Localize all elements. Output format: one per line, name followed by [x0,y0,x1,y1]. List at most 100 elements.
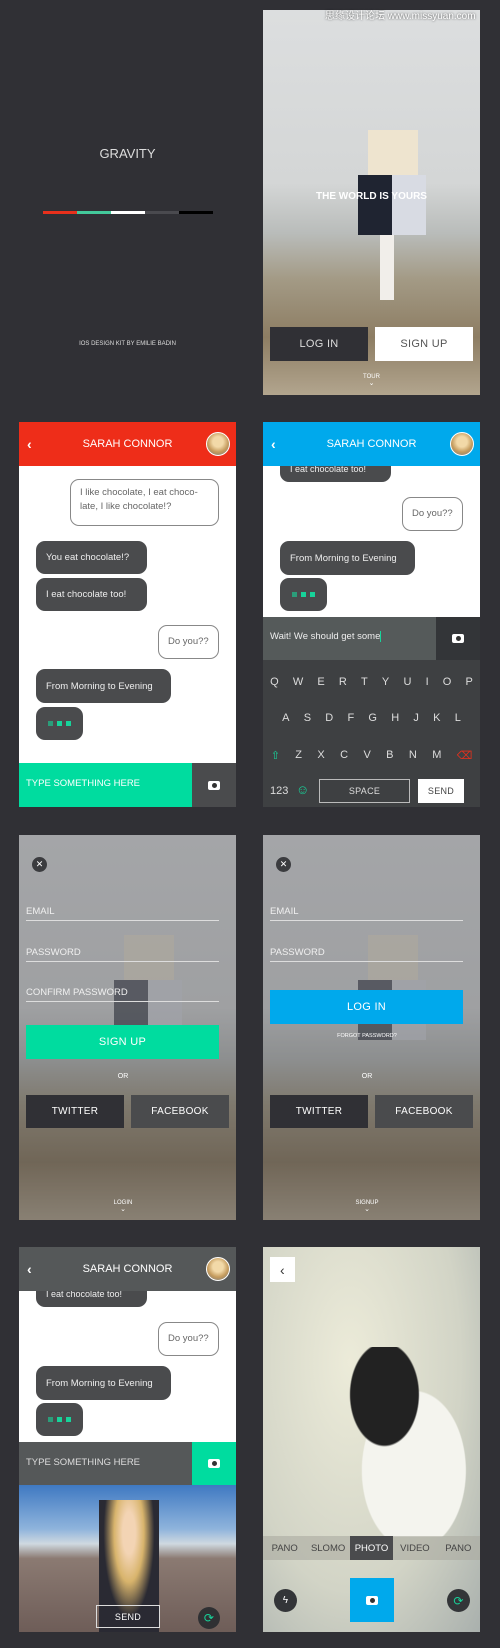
confirm-password-field[interactable]: CONFIRM PASSWORD [26,987,219,1002]
camera-button[interactable] [192,763,236,807]
twitter-button[interactable]: TWITTER [26,1095,124,1128]
flash-button[interactable]: ϟ [274,1589,297,1612]
facebook-button[interactable]: FACEBOOK [131,1095,229,1128]
email-field[interactable]: EMAIL [26,906,219,921]
contact-name: SARAH CONNOR [82,438,173,450]
chevron-down-icon[interactable]: ⌄ [263,379,480,387]
key[interactable]: E [317,676,324,688]
message-input[interactable]: TYPE SOMETHING HERE [19,1442,192,1485]
key[interactable]: A [282,712,289,724]
password-field[interactable]: PASSWORD [270,947,463,962]
key[interactable]: U [403,676,411,688]
forgot-password-link[interactable]: FORGOT PASSWORD? [263,1033,471,1039]
back-icon: ‹ [280,1261,285,1278]
credits: IOS DESIGN KIT BY EMILIE BADIN [79,341,176,347]
key[interactable]: N [409,749,417,762]
avatar[interactable] [206,1257,230,1281]
shift-icon[interactable]: ⇧ [271,749,280,762]
message-sent: Do you?? [158,1322,219,1356]
send-key[interactable]: SEND [418,779,464,803]
key[interactable]: C [340,749,348,762]
login-submit-button[interactable]: LOG IN [270,990,463,1024]
email-field[interactable]: EMAIL [270,906,463,921]
signup-button[interactable]: SIGN UP [375,327,473,361]
key[interactable]: O [443,676,452,688]
flash-icon: ϟ [282,1595,289,1606]
key[interactable]: X [317,749,324,762]
twitter-button[interactable]: TWITTER [270,1095,368,1128]
key[interactable]: F [347,712,354,724]
watermark: 思缘设计论坛 www.missyuan.com [325,11,476,22]
camera-button[interactable] [436,617,480,660]
close-button[interactable]: ✕ [32,857,47,872]
contact-name: SARAH CONNOR [326,438,417,450]
key[interactable]: Y [382,676,389,688]
mode-photo[interactable]: PHOTO [349,1536,394,1560]
key[interactable]: Q [270,676,279,688]
mode-pano[interactable]: PANO [263,1536,306,1560]
facebook-button[interactable]: FACEBOOK [375,1095,473,1128]
key[interactable]: R [339,676,347,688]
key[interactable]: B [386,749,393,762]
chevron-down-icon[interactable]: ⌄ [263,1205,471,1213]
welcome-screen: THE WORLD IS YOURS LOG IN SIGN UP TOUR ⌄ [263,10,480,395]
key[interactable]: G [368,712,377,724]
key[interactable]: I [426,676,429,688]
palette-red [43,211,77,214]
key[interactable]: P [466,676,473,688]
back-icon[interactable]: ‹ [271,436,276,452]
message-sent: Do you?? [158,625,219,659]
mode-pano-2[interactable]: PANO [437,1536,480,1560]
login-screen: ✕ EMAIL PASSWORD LOG IN FORGOT PASSWORD?… [263,835,480,1220]
numbers-key[interactable]: 123 [270,785,288,797]
key[interactable]: M [432,749,441,762]
login-button[interactable]: LOG IN [270,327,368,361]
camera-icon [208,780,220,790]
mode-video[interactable]: VIDEO [393,1536,436,1560]
key[interactable]: L [455,712,461,724]
palette-green [77,211,111,214]
close-icon: ✕ [35,859,44,869]
key[interactable]: J [413,712,419,724]
chevron-down-icon[interactable]: ⌄ [19,1205,227,1213]
back-icon[interactable]: ‹ [27,436,32,452]
mode-slomo[interactable]: SLOMO [306,1536,349,1560]
emoji-icon[interactable]: ☺ [296,782,309,797]
back-icon[interactable]: ‹ [27,1261,32,1277]
avatar[interactable] [206,432,230,456]
camera-button[interactable] [192,1442,236,1485]
send-button[interactable]: SEND [96,1605,160,1628]
keyboard-row-1: QWERTYUIOP [263,676,480,688]
message-input[interactable]: Wait! We should get some [263,617,436,660]
switch-camera-icon[interactable]: ⟳ [447,1589,470,1612]
back-button[interactable]: ‹ [270,1257,295,1282]
cat-photo [333,1347,480,1537]
key[interactable]: S [304,712,311,724]
camera-mode-bar: PANO SLOMO PHOTO VIDEO PANO [263,1536,480,1560]
color-palette-bar [43,211,213,214]
key[interactable]: D [325,712,333,724]
chat-screen-photo: I eat chocolate too! ‹ SARAH CONNOR Do y… [19,1247,236,1632]
close-button[interactable]: ✕ [276,857,291,872]
camera-icon [452,634,464,643]
space-key[interactable]: SPACE [319,779,410,803]
avatar[interactable] [450,432,474,456]
key[interactable]: T [361,676,368,688]
overlay [263,835,480,1220]
message-input[interactable]: TYPE SOMETHING HERE [19,763,192,807]
shutter-button[interactable] [350,1578,394,1622]
key[interactable]: K [433,712,440,724]
camera-icon [366,1595,378,1605]
close-icon: ✕ [279,859,288,869]
key[interactable]: Z [295,749,302,762]
backspace-icon[interactable]: ⌫ [457,749,473,762]
key[interactable]: W [293,676,303,688]
key[interactable]: H [391,712,399,724]
background-photo [358,130,428,300]
key[interactable]: V [363,749,370,762]
signup-submit-button[interactable]: SIGN UP [26,1025,219,1059]
refresh-icon[interactable]: ⟳ [198,1607,220,1629]
text-cursor [380,631,382,642]
message-received: From Morning to Evening [36,1366,171,1400]
password-field[interactable]: PASSWORD [26,947,219,962]
